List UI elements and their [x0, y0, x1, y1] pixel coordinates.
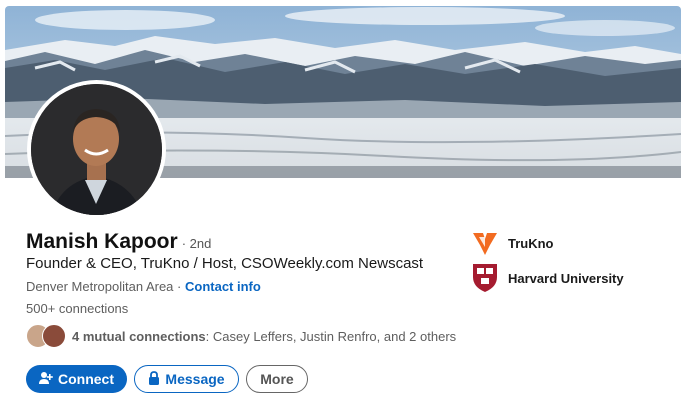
- message-label: Message: [165, 371, 225, 387]
- lock-icon: [148, 370, 160, 388]
- harvard-shield-icon: [470, 263, 500, 293]
- profile-headline: Founder & CEO, TruKno / Host, CSOWeekly.…: [26, 255, 424, 272]
- profile-card: Manish Kapoor · 2nd Founder & CEO, TruKn…: [0, 0, 687, 411]
- education-school[interactable]: Harvard University: [470, 263, 624, 293]
- trukno-logo-icon: [470, 228, 500, 258]
- profile-photo[interactable]: [27, 80, 166, 219]
- profile-name: Manish Kapoor: [26, 230, 178, 253]
- connect-label: Connect: [58, 371, 114, 387]
- mutual-avatars: [26, 324, 66, 348]
- current-company[interactable]: TruKno: [470, 228, 554, 258]
- company-name: TruKno: [508, 235, 554, 251]
- name-row: Manish Kapoor · 2nd: [26, 230, 211, 254]
- location-row: Denver Metropolitan Area · Contact info: [26, 279, 261, 294]
- school-name: Harvard University: [508, 270, 624, 286]
- separator: ·: [173, 279, 185, 294]
- message-button[interactable]: Message: [134, 365, 239, 393]
- mutual-names: : Casey Leffers, Justin Renfro, and 2 ot…: [205, 328, 457, 344]
- mutual-avatar-icon: [42, 324, 66, 348]
- connection-degree: · 2nd: [181, 236, 212, 251]
- mutual-count: 4 mutual connections: [72, 328, 206, 344]
- more-label: More: [260, 371, 294, 387]
- mutual-connections[interactable]: 4 mutual connections: Casey Leffers, Jus…: [26, 324, 456, 348]
- add-person-icon: [39, 371, 53, 388]
- more-button[interactable]: More: [246, 365, 308, 393]
- connections-count: 500+ connections: [26, 301, 129, 316]
- contact-info-link[interactable]: Contact info: [185, 279, 261, 294]
- location-text: Denver Metropolitan Area: [26, 279, 174, 294]
- connect-button[interactable]: Connect: [26, 365, 127, 393]
